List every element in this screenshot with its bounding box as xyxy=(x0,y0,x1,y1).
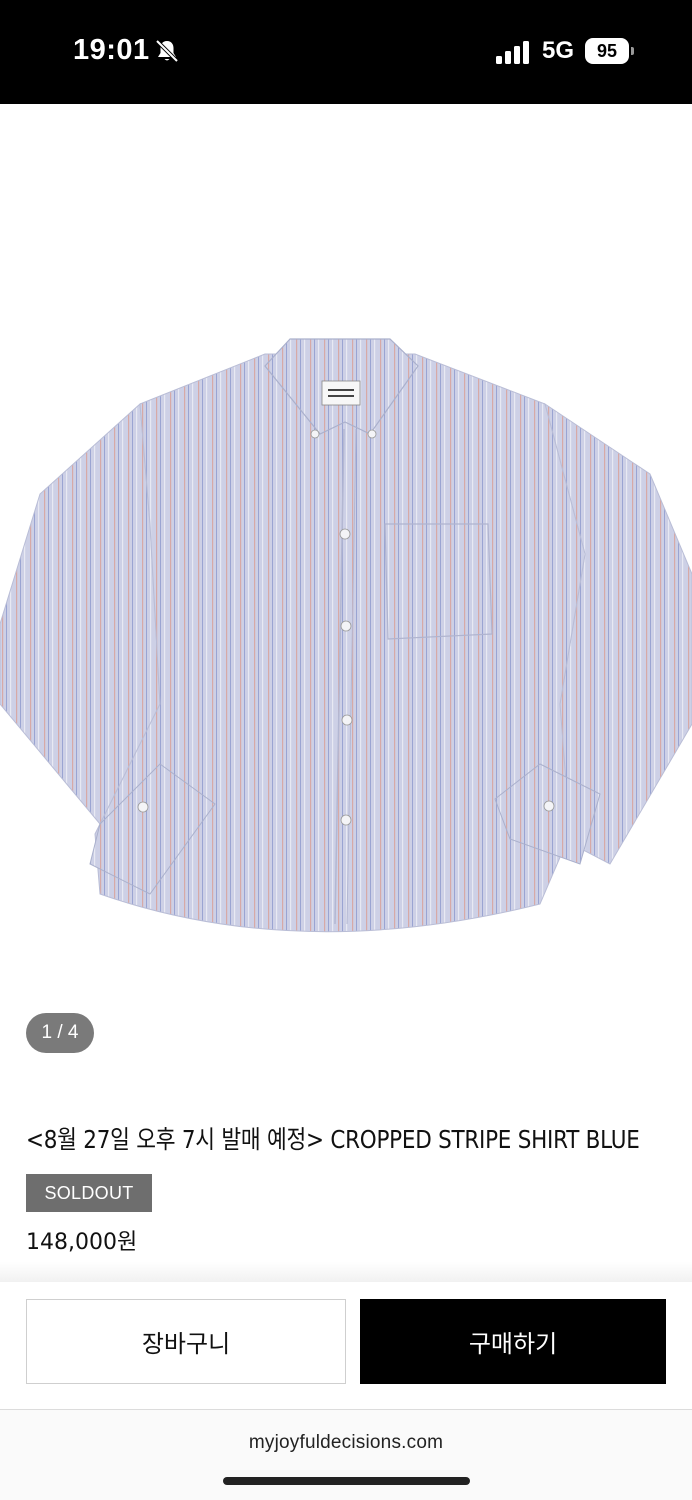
shirt-illustration xyxy=(0,338,692,933)
buy-now-button[interactable]: 구매하기 xyxy=(360,1299,666,1384)
battery-icon: 95 xyxy=(585,38,635,64)
battery-level: 95 xyxy=(585,38,629,64)
home-indicator[interactable] xyxy=(223,1477,470,1485)
purchase-action-bar: 장바구니 구매하기 xyxy=(0,1282,692,1410)
status-bar: 19:01 5G 95 xyxy=(0,0,692,104)
add-to-cart-button[interactable]: 장바구니 xyxy=(26,1299,346,1384)
url-text[interactable]: myjoyfuldecisions.com xyxy=(0,1432,692,1454)
product-image[interactable] xyxy=(0,104,692,1064)
divider xyxy=(0,1262,692,1282)
network-label: 5G xyxy=(542,37,575,64)
status-time: 19:01 xyxy=(73,34,150,66)
product-title: <8월 27일 오후 7시 발매 예정> CROPPED STRIPE SHIR… xyxy=(26,1125,640,1154)
browser-url-bar[interactable]: myjoyfuldecisions.com xyxy=(0,1410,692,1500)
product-price: 148,000원 xyxy=(26,1230,138,1255)
image-page-indicator: 1 / 4 xyxy=(26,1013,94,1053)
soldout-badge: SOLDOUT xyxy=(26,1174,152,1212)
bell-slash-icon xyxy=(155,39,179,63)
battery-cap xyxy=(631,47,634,55)
signal-icon xyxy=(496,41,529,64)
